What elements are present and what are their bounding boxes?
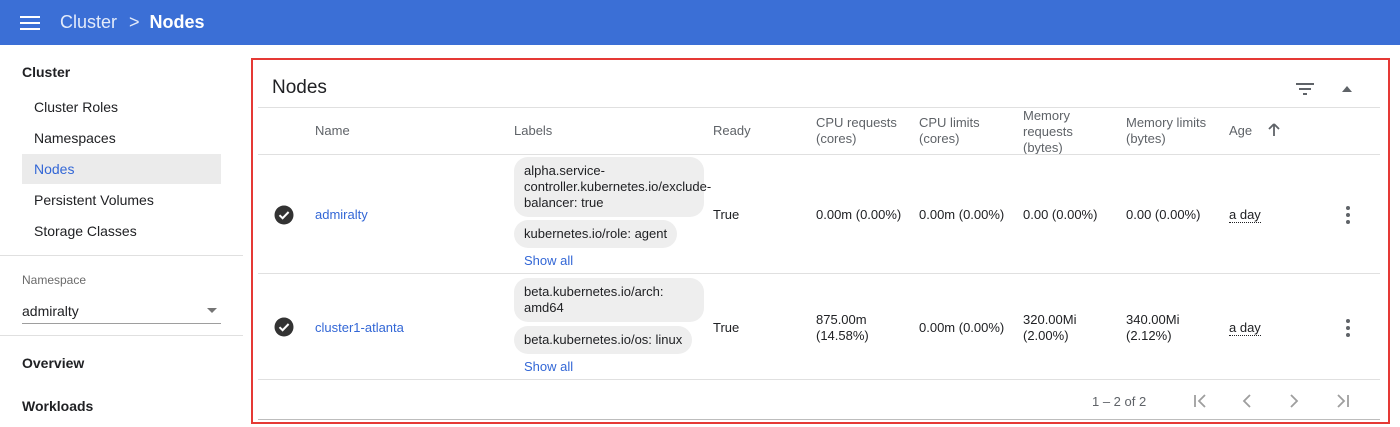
ready-value: True [713, 320, 740, 335]
cpu-requests-value: 875.00m (14.58%) [816, 312, 869, 343]
memory-requests-value: 0.00 (0.00%) [1023, 207, 1098, 222]
breadcrumb-current: Nodes [149, 12, 205, 32]
top-app-bar: Cluster > Nodes [0, 0, 1400, 45]
filter-icon[interactable] [1294, 79, 1316, 99]
sidebar-item-cluster-roles[interactable]: Cluster Roles [22, 92, 221, 122]
next-page-icon[interactable] [1282, 389, 1306, 413]
namespace-select[interactable]: admiralty [22, 298, 221, 324]
memory-limits-value: 340.00Mi (2.12%) [1126, 312, 1180, 343]
column-header-cpu-requests[interactable]: CPU requests (cores) [816, 115, 911, 147]
column-header-memory-requests[interactable]: Memory requests (bytes) [1023, 108, 1093, 156]
first-page-icon[interactable] [1189, 389, 1213, 413]
column-header-age[interactable]: Age [1229, 123, 1252, 139]
sidebar-item-storage-classes[interactable]: Storage Classes [22, 216, 221, 246]
hamburger-menu-icon[interactable] [0, 0, 60, 45]
previous-page-icon[interactable] [1235, 389, 1259, 413]
card-title: Nodes [272, 77, 327, 98]
breadcrumb-cluster[interactable]: Cluster [60, 12, 117, 33]
chevron-up-icon[interactable] [1336, 79, 1358, 99]
sidebar-item-overview[interactable]: Overview [22, 355, 84, 371]
column-header-memory-limits[interactable]: Memory limits (bytes) [1126, 115, 1221, 147]
sidebar-item-namespaces[interactable]: Namespaces [22, 123, 221, 153]
namespace-value: admiralty [22, 302, 79, 319]
sidebar-item-persistent-volumes[interactable]: Persistent Volumes [22, 185, 221, 215]
show-all-link[interactable]: Show all [524, 359, 573, 374]
column-header-cpu-limits[interactable]: CPU limits (cores) [919, 115, 999, 147]
sort-ascending-icon[interactable] [1268, 123, 1280, 137]
breadcrumb-separator: > [129, 12, 140, 32]
divider [258, 107, 1380, 108]
memory-limits-value: 0.00 (0.00%) [1126, 207, 1201, 222]
sidebar-nav: Cluster Cluster Roles Namespaces Nodes P… [0, 45, 243, 427]
show-all-link[interactable]: Show all [524, 253, 573, 268]
divider [258, 154, 1380, 155]
sidebar-divider [0, 335, 243, 336]
column-header-labels: Labels [514, 123, 553, 138]
column-header-ready[interactable]: Ready [713, 123, 751, 139]
node-name-link[interactable]: cluster1-atlanta [315, 320, 404, 335]
ready-value: True [713, 207, 740, 222]
label-chip: beta.kubernetes.io/os: linux [514, 326, 693, 354]
dropdown-arrow-icon [207, 308, 217, 313]
age-value: a day [1229, 207, 1261, 223]
label-chip: beta.kubernetes.io/arch: amd64 [514, 278, 704, 322]
pagination-range: 1 – 2 of 2 [1092, 394, 1147, 409]
sidebar-item-nodes[interactable]: Nodes [22, 154, 221, 184]
cpu-limits-value: 0.00m (0.00%) [919, 207, 1005, 222]
memory-requests-value: 320.00Mi (2.00%) [1023, 312, 1077, 343]
sidebar-section-cluster[interactable]: Cluster [22, 64, 70, 80]
sidebar-divider [0, 255, 243, 256]
age-value: a day [1229, 320, 1261, 336]
last-page-icon[interactable] [1330, 389, 1354, 413]
node-name-link[interactable]: admiralty [315, 207, 368, 222]
divider [258, 379, 1380, 380]
check-circle-icon [274, 317, 294, 337]
check-circle-icon [274, 205, 294, 225]
namespace-label: Namespace [22, 273, 87, 287]
cpu-requests-value: 0.00m (0.00%) [816, 207, 902, 222]
divider [258, 273, 1380, 274]
column-header-name[interactable]: Name [315, 123, 350, 139]
label-chip: kubernetes.io/role: agent [514, 220, 678, 248]
nodes-card: Nodes Name Labels Ready CPU requests (co… [258, 65, 1380, 420]
more-vert-icon[interactable] [1340, 205, 1356, 225]
label-chip: alpha.service-controller.kubernetes.io/e… [514, 157, 711, 217]
cpu-limits-value: 0.00m (0.00%) [919, 320, 1005, 335]
sidebar-item-workloads[interactable]: Workloads [22, 398, 93, 414]
more-vert-icon[interactable] [1340, 318, 1356, 338]
